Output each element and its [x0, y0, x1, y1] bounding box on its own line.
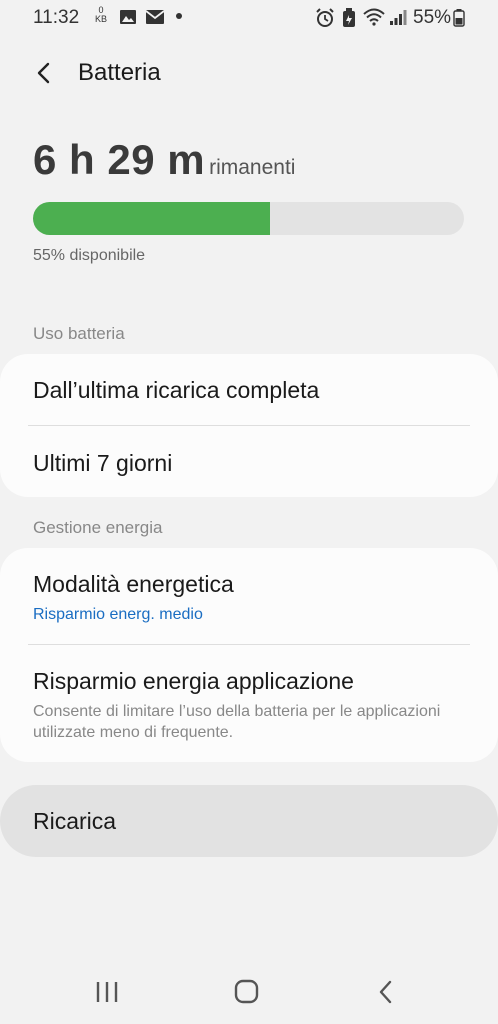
power-card: Modalità energetica Risparmio energ. med… [0, 548, 498, 762]
section-title-power: Gestione energia [33, 518, 163, 537]
status-bar: 11:32 0 KB 55% [0, 0, 498, 34]
data-counter-unit: KB [95, 14, 108, 24]
data-counter: 0 KB [95, 6, 107, 24]
list-item-label: Dall’ultima ricarica completa [33, 377, 320, 403]
power-mode-value: Risparmio energ. medio [33, 606, 203, 623]
mail-icon [145, 10, 165, 24]
chevron-left-icon[interactable] [28, 56, 62, 90]
battery-available-text: 55% disponibile [33, 247, 146, 264]
status-time: 11:32 [33, 7, 80, 28]
image-icon [120, 10, 136, 24]
battery-level-fill [33, 202, 271, 235]
signal-icon [390, 10, 407, 25]
page-title: Batteria [78, 59, 161, 86]
section-title-usage: Uso batteria [33, 324, 125, 343]
back-icon[interactable] [366, 974, 406, 1010]
charging-item[interactable]: Ricarica [0, 785, 498, 857]
battery-icon [453, 9, 465, 27]
wifi-icon [363, 8, 385, 26]
charging-label: Ricarica [33, 808, 117, 834]
battery-saver-icon [343, 8, 355, 27]
list-item-power-mode[interactable]: Modalità energetica Risparmio energ. med… [33, 571, 470, 625]
navigation-bar [0, 960, 498, 1024]
time-remaining-label: rimanenti [209, 156, 296, 179]
list-item-label: Ultimi 7 giorni [33, 450, 173, 476]
list-item-app-power-saving[interactable]: Risparmio energia applicazione Consente … [33, 668, 470, 743]
usage-card: Dall’ultima ricarica completa Ultimi 7 g… [0, 354, 498, 497]
list-item-since-full-charge[interactable]: Dall’ultima ricarica completa [33, 377, 470, 404]
home-icon[interactable] [226, 974, 266, 1010]
alarm-icon [316, 8, 334, 27]
notification-dot-icon [176, 13, 182, 19]
battery-percent: 55% [413, 7, 452, 28]
list-item-last-7-days[interactable]: Ultimi 7 giorni [33, 450, 470, 477]
list-item-label: Modalità energetica [33, 571, 234, 597]
time-remaining-value: 6 h 29 m [33, 136, 206, 183]
divider [28, 644, 470, 645]
recent-apps-icon[interactable] [87, 974, 127, 1010]
time-remaining: 6 h 29 m rimanenti [33, 136, 295, 184]
list-item-label: Risparmio energia applicazione [33, 668, 354, 694]
divider [28, 425, 470, 426]
battery-level-bar [33, 202, 464, 235]
app-power-saving-description: Consente di limitare l’uso della batteri… [33, 703, 441, 741]
app-header: Batteria [0, 50, 498, 96]
